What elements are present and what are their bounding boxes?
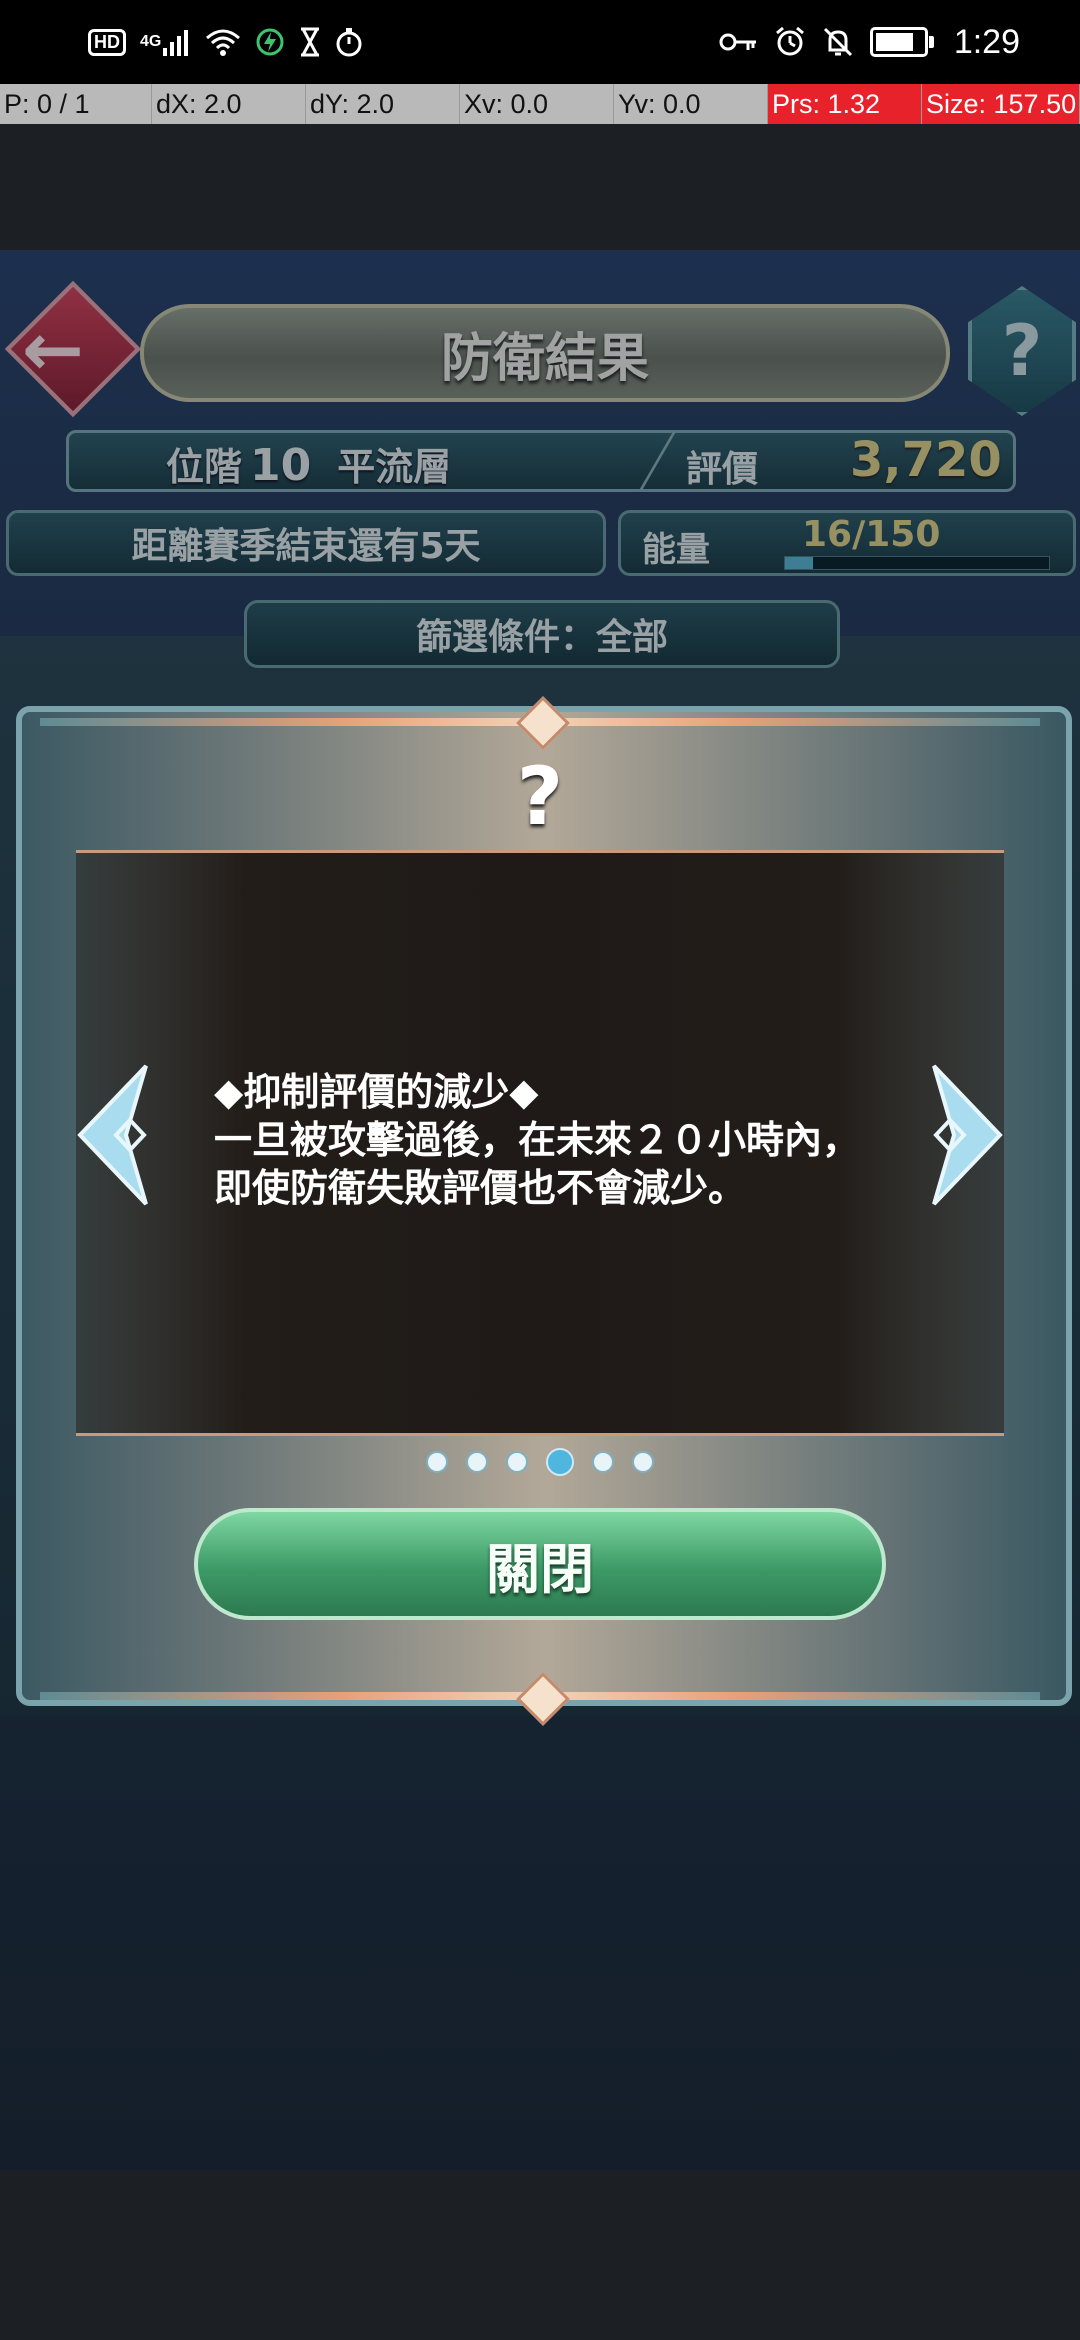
letterbox-bottom	[0, 2170, 1080, 2340]
alarm-icon	[774, 26, 806, 58]
page-dot	[426, 1451, 448, 1473]
touch-size: Size: 157.50	[922, 84, 1080, 124]
mute-icon	[822, 26, 854, 58]
delta-y: dY: 2.0	[306, 84, 460, 124]
charging-icon	[255, 27, 285, 57]
page-dot	[466, 1451, 488, 1473]
page-indicator	[426, 1448, 654, 1476]
hourglass-icon	[299, 27, 321, 57]
letterbox-top	[0, 124, 1080, 250]
wifi-icon	[205, 28, 241, 56]
signal-icon: 4G	[140, 28, 191, 56]
status-bar: HD 4G 1:29	[0, 0, 1080, 84]
next-page-arrow-icon[interactable]	[924, 1060, 1014, 1210]
page-dot-active	[546, 1448, 574, 1476]
clock: 1:29	[953, 22, 1020, 61]
page-dot	[632, 1451, 654, 1473]
stopwatch-icon	[335, 27, 363, 57]
velocity-y: Yv: 0.0	[614, 84, 768, 124]
key-icon	[718, 30, 758, 54]
tip-text: ◆抑制評價的減少◆ 一旦被攻擊過後，在未來２０小時內， 即使防衛失敗評價也不會減…	[214, 1070, 861, 1210]
delta-x: dX: 2.0	[152, 84, 306, 124]
network-type-label: 4G	[140, 33, 162, 50]
velocity-x: Xv: 0.0	[460, 84, 614, 124]
hd-icon: HD	[88, 28, 126, 56]
pointer-location-bar: P: 0 / 1 dX: 2.0 dY: 2.0 Xv: 0.0 Yv: 0.0…	[0, 84, 1080, 124]
page-dot	[506, 1451, 528, 1473]
battery-icon	[869, 27, 934, 57]
previous-page-arrow-icon[interactable]	[66, 1060, 156, 1210]
pressure: Prs: 1.32	[768, 84, 922, 124]
question-mark-icon: ?	[516, 750, 564, 843]
close-button[interactable]: 關閉	[194, 1508, 886, 1620]
page-dot	[592, 1451, 614, 1473]
pointer-count: P: 0 / 1	[0, 84, 152, 124]
